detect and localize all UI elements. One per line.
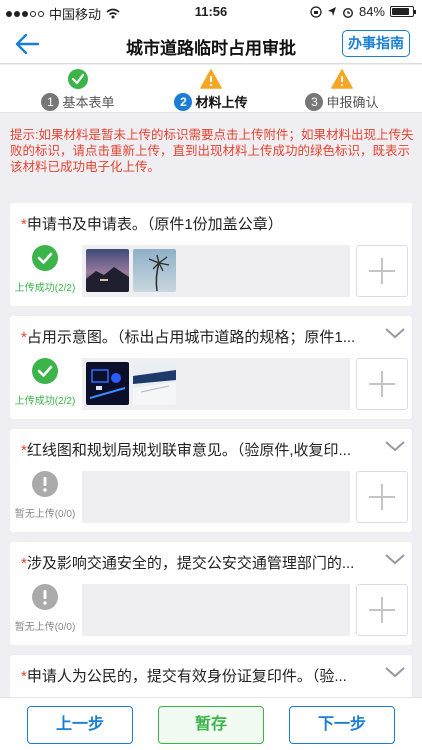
check-icon xyxy=(32,358,58,384)
attachment-thumbnail[interactable] xyxy=(133,249,176,292)
warning-icon xyxy=(200,69,222,89)
attachment-thumbnails xyxy=(82,471,350,523)
step-label: 基本表单 xyxy=(62,95,115,110)
material-item: *红线图和规划局规划联审意见。（验原件,收复印... 暂无上传(0/0) xyxy=(10,429,412,532)
step-confirm[interactable]: 3 申报确认 xyxy=(287,69,397,111)
add-attachment-button[interactable] xyxy=(356,245,408,297)
battery-percent: 84% xyxy=(358,4,385,19)
location-icon xyxy=(327,7,336,16)
chevron-down-icon[interactable] xyxy=(384,665,406,679)
material-item: *申请书及申请表。（原件1份加盖公章） 上传成功(2/2) xyxy=(10,203,412,306)
attachment-thumbnails xyxy=(82,245,350,297)
upload-status-text: 上传成功(2/2) xyxy=(14,283,76,294)
system-indicators: 84% xyxy=(310,4,416,19)
material-title: *占用示意图。（标出占用城市道路的规格；原件1... xyxy=(21,329,356,346)
bottom-action-bar: 上一步 暂存 下一步 xyxy=(0,697,422,750)
plus-icon xyxy=(369,484,395,510)
attachment-thumbnails xyxy=(82,358,350,410)
material-title: *涉及影响交通安全的，提交公安交通管理部门的... xyxy=(21,555,355,572)
prev-step-button[interactable]: 上一步 xyxy=(27,706,133,744)
upload-status-text: 暂无上传(0/0) xyxy=(14,509,76,520)
attachment-thumbnails xyxy=(82,584,350,636)
step-number: 2 xyxy=(174,92,193,111)
upload-status: 暂无上传(0/0) xyxy=(10,471,80,520)
material-item: *涉及影响交通安全的，提交公安交通管理部门的... 暂无上传(0/0) xyxy=(10,542,412,645)
chevron-down-icon[interactable] xyxy=(384,552,406,566)
add-attachment-button[interactable] xyxy=(356,471,408,523)
plus-icon xyxy=(369,371,395,397)
status-bar: 中国移动 11:56 84% xyxy=(0,0,422,24)
nav-bar: 城市道路临时占用审批 办事指南 xyxy=(0,24,422,64)
add-attachment-button[interactable] xyxy=(356,584,408,636)
check-icon xyxy=(32,245,58,271)
guide-button[interactable]: 办事指南 xyxy=(342,30,410,57)
alarm-icon xyxy=(342,7,353,18)
chevron-down-icon[interactable] xyxy=(384,326,406,340)
material-item: *申请人为公民的，提交有效身份证复印件。（验... xyxy=(10,655,412,697)
attachment-thumbnail[interactable] xyxy=(86,249,129,292)
upload-status: 暂无上传(0/0) xyxy=(10,584,80,633)
material-title: *红线图和规划局规划联审意见。（验原件,收复印... xyxy=(21,442,352,459)
battery-icon xyxy=(390,6,416,17)
warning-icon xyxy=(331,69,353,89)
add-attachment-button[interactable] xyxy=(356,358,408,410)
step-number: 3 xyxy=(305,92,324,111)
exclamation-icon xyxy=(32,471,58,497)
upload-hint: 提示:如果材料是暂未上传的标识需要点击上传附件；如果材料出现上传失败的标识，请点… xyxy=(10,128,414,174)
upload-status-text: 上传成功(2/2) xyxy=(14,396,76,407)
material-title: *申请书及申请表。（原件1份加盖公章） xyxy=(21,216,283,233)
rotation-lock-icon xyxy=(310,5,322,18)
attachment-thumbnail[interactable] xyxy=(86,362,129,405)
step-basic-form[interactable]: 1 基本表单 xyxy=(23,69,133,111)
step-label: 申报确认 xyxy=(326,95,379,110)
material-title: *申请人为公民的，提交有效身份证复印件。（验... xyxy=(21,668,347,685)
save-draft-button[interactable]: 暂存 xyxy=(158,706,264,744)
attachment-thumbnail[interactable] xyxy=(133,362,176,405)
upload-status: 上传成功(2/2) xyxy=(10,245,80,294)
upload-status-text: 暂无上传(0/0) xyxy=(14,622,76,633)
check-icon xyxy=(68,69,88,89)
material-item: *占用示意图。（标出占用城市道路的规格；原件1... 上传成功(2/2) xyxy=(10,316,412,419)
exclamation-icon xyxy=(32,584,58,610)
progress-steps: 1 基本表单 2 材料上传 3 申报确认 xyxy=(0,65,422,113)
chevron-down-icon[interactable] xyxy=(384,439,406,453)
next-step-button[interactable]: 下一步 xyxy=(289,706,395,744)
step-material-upload[interactable]: 2 材料上传 xyxy=(156,69,266,111)
step-label: 材料上传 xyxy=(195,95,248,110)
step-number: 1 xyxy=(41,92,60,111)
plus-icon xyxy=(369,597,395,623)
plus-icon xyxy=(369,258,395,284)
upload-status: 上传成功(2/2) xyxy=(10,358,80,407)
